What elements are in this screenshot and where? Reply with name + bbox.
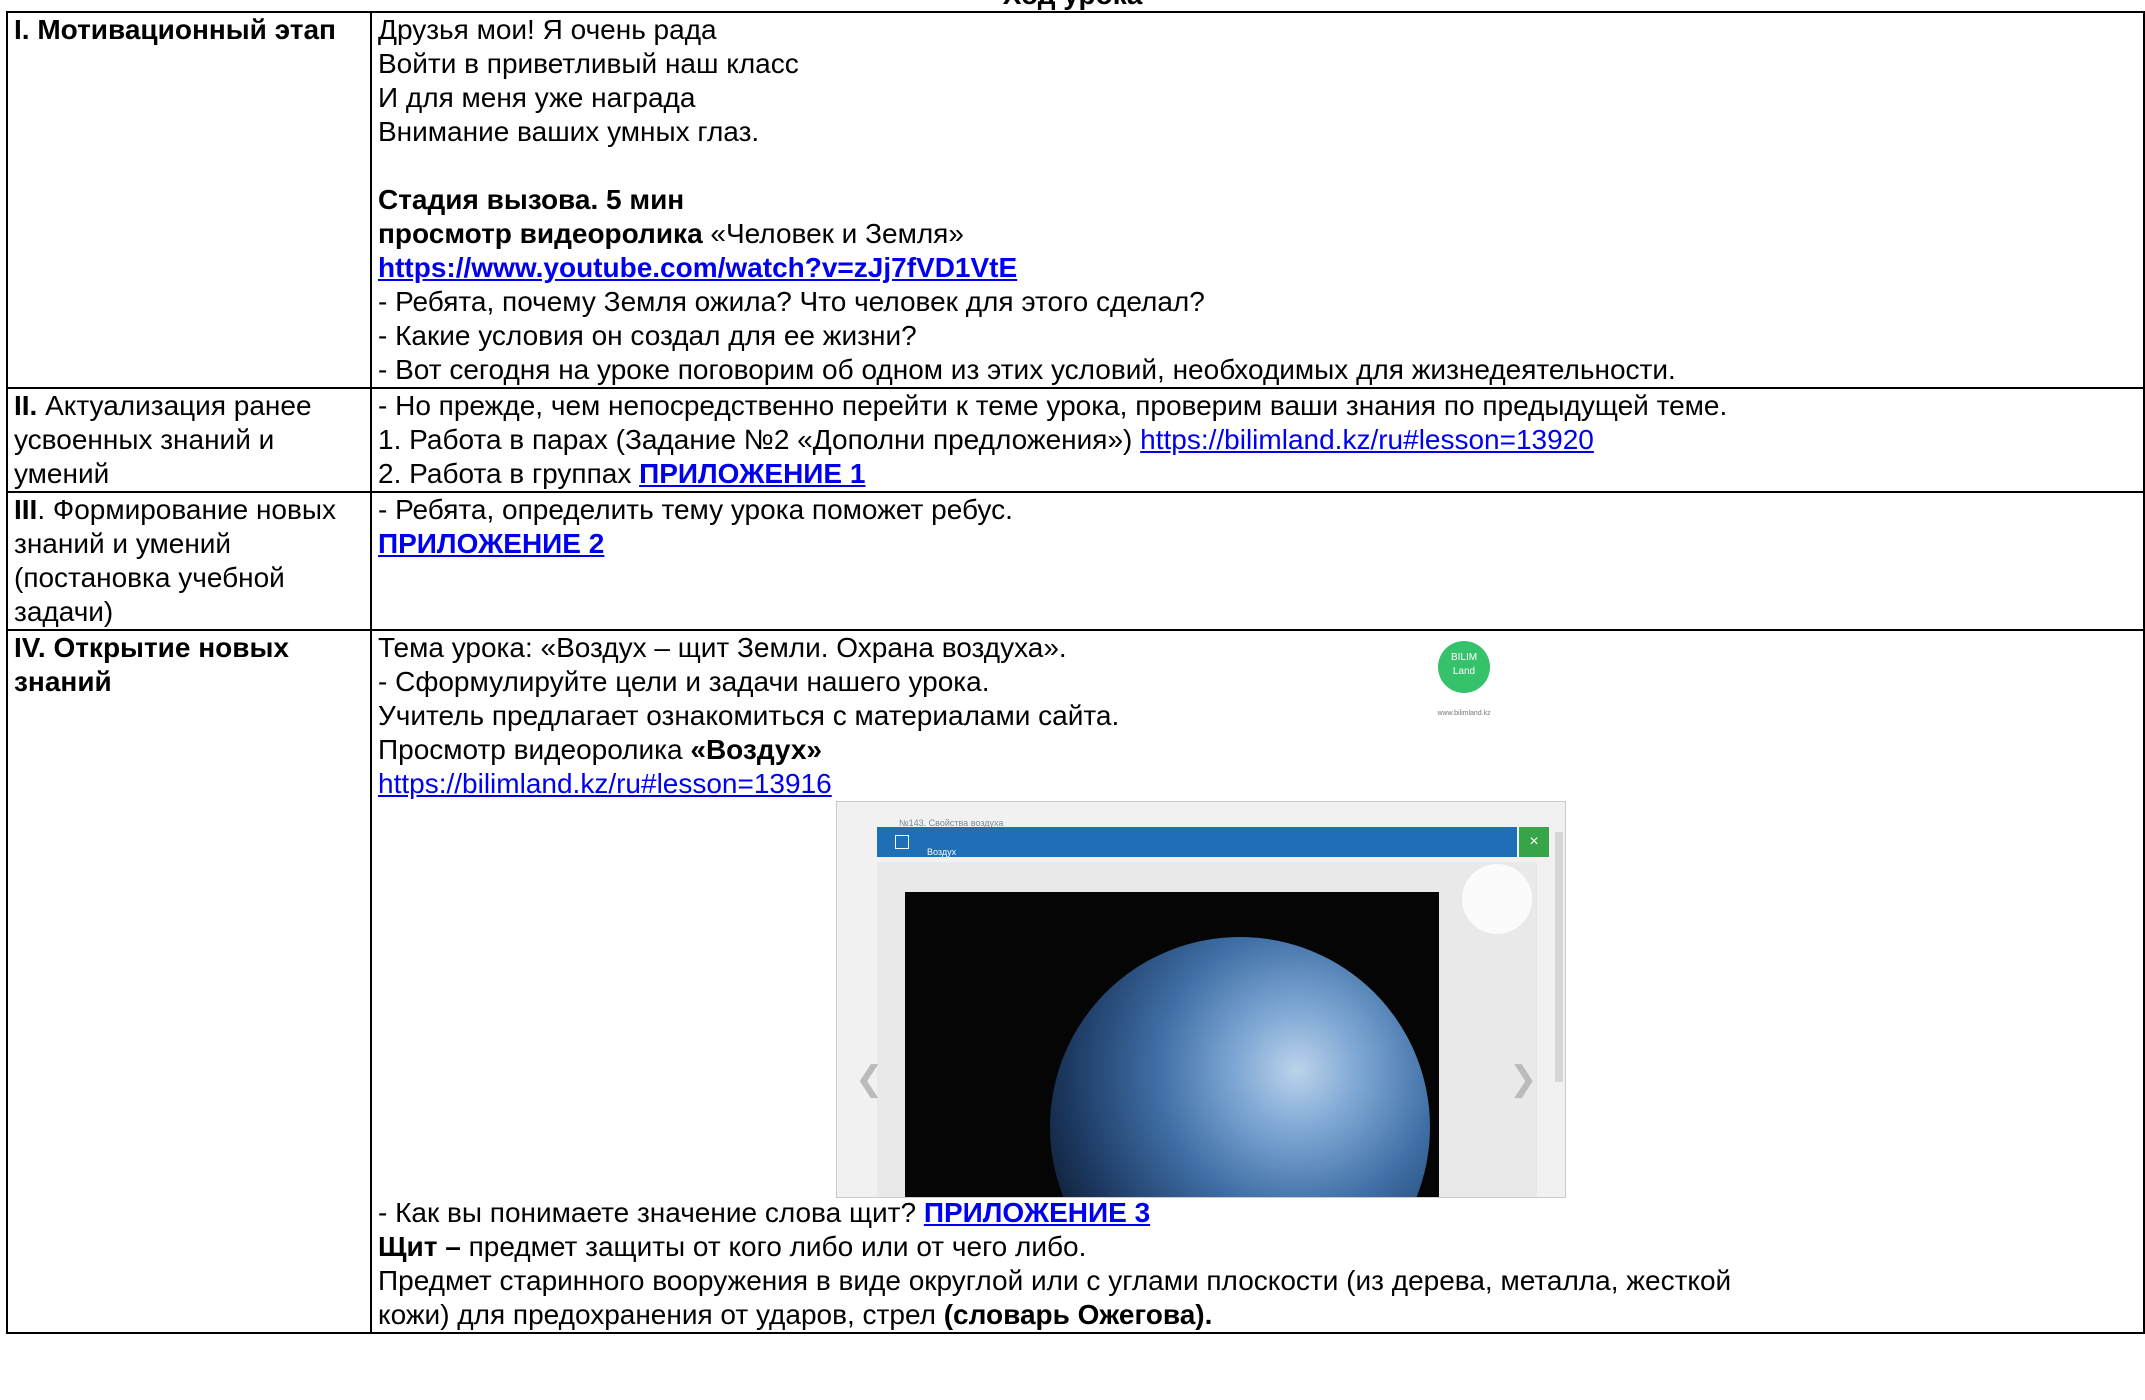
youtube-link[interactable]: https://www.youtube.com/watch?v=zJj7fVD1…: [378, 252, 1017, 283]
challenge-title: Стадия вызова. 5 мин: [378, 184, 685, 215]
stage-cell: I. Мотивационный этап: [6, 11, 372, 389]
question-line: - Какие условия он создал для ее жизни?: [378, 320, 917, 351]
table-row: I. Мотивационный этап Друзья мои! Я очен…: [6, 11, 2145, 389]
video-name: «Человек и Земля»: [702, 218, 964, 249]
appendix-3-link[interactable]: ПРИЛОЖЕНИЕ 3: [924, 1197, 1150, 1228]
content-cell: BILIM Land www.bilimland.kz Тема урока: «…: [370, 629, 2145, 1334]
definition-line: Предмет старинного вооружения в виде окр…: [378, 1265, 1732, 1296]
task-text: 2. Работа в группах: [378, 458, 640, 489]
text-line: - Сформулируйте цели и задачи нашего уро…: [378, 666, 990, 697]
definition-line: кожи) для предохранения от ударов, стрел: [378, 1299, 944, 1330]
screenshot-titlebar: Воздух: [877, 827, 1517, 857]
stage-label: I. Мотивационный этап: [14, 14, 336, 45]
text-line: Учитель предлагает ознакомиться с матери…: [378, 700, 1120, 731]
content-cell: - Но прежде, чем непосредственно перейти…: [370, 387, 2145, 493]
dictionary-source: (словарь Ожегова).: [943, 1299, 1213, 1330]
stage-label: IV. Открытие новых знаний: [14, 632, 289, 697]
content-cell: - Ребята, определить тему урока поможет …: [370, 491, 2145, 631]
appendix-2-link[interactable]: ПРИЛОЖЕНИЕ 2: [378, 528, 604, 559]
earth-video-frame: [905, 892, 1439, 1197]
poem-line: Войти в приветливый наш класс: [378, 48, 799, 79]
screenshot-scrollbar: [1555, 832, 1563, 1082]
stage-cell: II. Актуализация ранее усвоенных знаний …: [6, 387, 372, 493]
earth-image: [1050, 937, 1430, 1197]
chevron-right-icon: ❯: [1509, 1060, 1538, 1098]
question-line: - Вот сегодня на уроке поговорим об одно…: [378, 354, 1676, 385]
text-line: - Но прежде, чем непосредственно перейти…: [378, 390, 1728, 421]
question-line: - Ребята, почему Земля ожила? Что челове…: [378, 286, 1205, 317]
bilimland-link[interactable]: https://bilimland.kz/ru#lesson=13920: [1140, 424, 1594, 455]
bilimland-lesson-link[interactable]: https://bilimland.kz/ru#lesson=13916: [378, 768, 832, 799]
stage-cell: III. Формирование новых знаний и умений …: [6, 491, 372, 631]
video-screenshot: №143. Свойства воздуха Воздух × ❮ ❯: [836, 801, 1566, 1198]
question-text: - Как вы понимаете значение слова щит?: [378, 1197, 924, 1228]
window-icon: [895, 835, 909, 849]
task-text: 1. Работа в парах (Задание №2 «Дополни п…: [378, 424, 1141, 455]
lesson-table: I. Мотивационный этап Друзья мои! Я очен…: [6, 11, 2145, 1334]
definition-text: предмет защиты от кого либо или от чего …: [460, 1231, 1087, 1262]
table-row: III. Формирование новых знаний и умений …: [6, 491, 2145, 631]
stage-number: II.: [14, 390, 38, 421]
content-cell: Друзья мои! Я очень рада Войти в приветл…: [370, 11, 2145, 389]
poem-line: И для меня уже награда: [378, 82, 696, 113]
table-row: II. Актуализация ранее усвоенных знаний …: [6, 387, 2145, 493]
video-label: просмотр видеоролика: [378, 218, 703, 249]
chevron-left-icon: ❮: [855, 1060, 884, 1098]
lesson-topic: Тема урока: «Воздух – щит Земли. Охрана …: [378, 632, 1067, 663]
video-text: Просмотр видеоролика: [378, 734, 691, 765]
stage-label: Актуализация ранее усвоенных знаний и ум…: [14, 390, 312, 489]
bilimland-logo: BILIM Land www.bilimland.kz: [1432, 641, 1496, 731]
definition-term: Щит –: [378, 1231, 461, 1262]
poem-line: Друзья мои! Я очень рада: [378, 14, 717, 45]
close-icon: ×: [1519, 827, 1549, 857]
text-line: - Ребята, определить тему урока поможет …: [378, 494, 1013, 525]
stage-label: . Формирование новых знаний и умений (по…: [14, 494, 336, 627]
table-row: IV. Открытие новых знаний BILIM Land www.…: [6, 629, 2145, 1334]
poem-line: Внимание ваших умных глаз.: [378, 116, 760, 147]
stage-number: III: [14, 494, 38, 525]
stage-cell: IV. Открытие новых знаний: [6, 629, 372, 1334]
video-title: «Воздух»: [690, 734, 822, 765]
appendix-1-link[interactable]: ПРИЛОЖЕНИЕ 1: [639, 458, 865, 489]
screenshot-circle: [1462, 864, 1532, 934]
